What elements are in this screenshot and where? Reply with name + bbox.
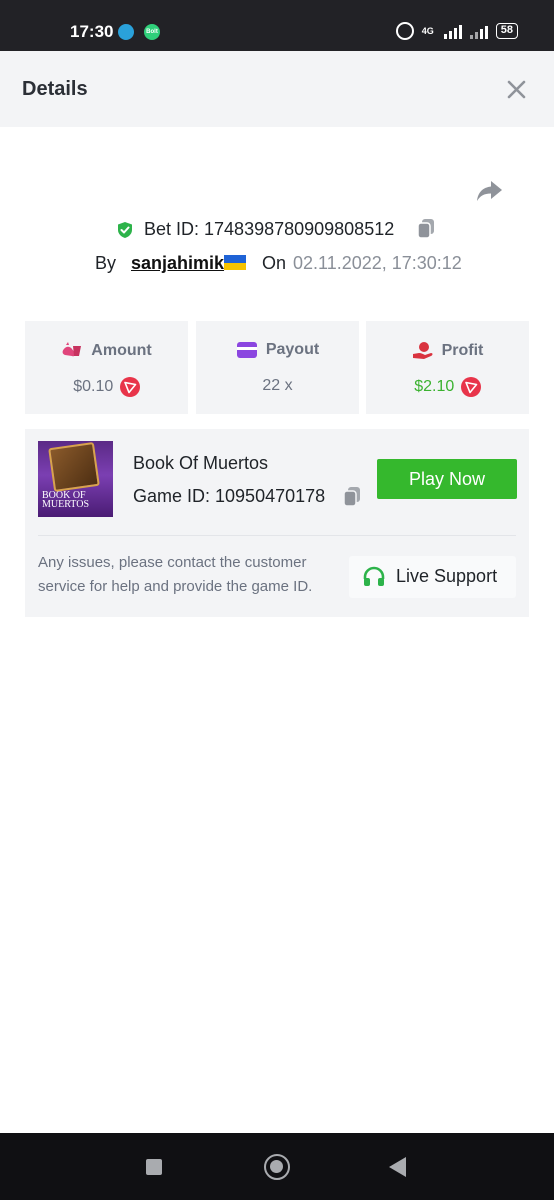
book-icon	[48, 442, 100, 492]
screen: 17:30 Bolt 4G 58 Details Bet ID: 1748398…	[0, 0, 554, 1200]
card-icon	[236, 342, 257, 358]
signal-icon	[443, 23, 462, 39]
support-hint: Any issues, please contact the customer …	[38, 554, 313, 595]
game-thumbnail[interactable]: Book of Muertos	[38, 441, 113, 517]
telegram-icon	[118, 24, 134, 40]
on-label: On	[262, 253, 287, 273]
bet-id-row: Bet ID: 1748398780909808512	[0, 214, 554, 244]
payout-card: Payout 22 x	[196, 321, 359, 414]
back-icon[interactable]	[389, 1157, 406, 1177]
profit-label: Profit	[441, 342, 484, 359]
by-label: By	[95, 253, 117, 273]
payout-value: 22 x	[262, 377, 293, 394]
headset-icon	[363, 566, 385, 586]
bet-datetime: 02.11.2022, 17:30:12	[293, 253, 462, 273]
hand-coin-icon	[412, 342, 433, 359]
game-card: Book of Muertos Book Of Muertos Game ID:…	[25, 429, 529, 617]
live-support-label: Live Support	[396, 566, 498, 586]
game-id: Game ID: 10950470178	[133, 486, 326, 506]
share-icon[interactable]	[474, 176, 504, 206]
details-header: Details	[0, 51, 554, 127]
bet-meta: By sanjahimik On 02.11.2022, 17:30:12	[0, 250, 554, 276]
copy-game-id-icon[interactable]	[342, 486, 362, 508]
thumbnail-title: Book of Muertos	[42, 490, 90, 510]
verified-shield-icon	[118, 222, 132, 238]
amount-card: Amount $0.10	[25, 321, 188, 414]
amount-value: $0.10	[73, 378, 114, 395]
recents-icon[interactable]	[146, 1159, 162, 1175]
money-bag-icon	[62, 342, 82, 357]
status-time: 17:30	[70, 22, 114, 41]
status-indicators: 4G 58	[395, 20, 518, 42]
profit-card: Profit $2.10	[366, 321, 529, 414]
bolt-icon: Bolt	[144, 24, 160, 40]
amount-label: Amount	[91, 342, 152, 359]
signal-icon-2	[469, 23, 488, 39]
home-icon[interactable]	[264, 1154, 290, 1180]
live-support-button[interactable]: Live Support	[349, 556, 516, 598]
close-icon[interactable]	[503, 76, 530, 103]
play-now-button[interactable]: Play Now	[377, 459, 517, 499]
bet-id: Bet ID: 1748398780909808512	[144, 219, 395, 239]
payout-label: Payout	[265, 341, 320, 358]
tron-coin-icon	[460, 377, 481, 397]
ukraine-flag-icon	[224, 255, 246, 270]
battery-icon: 58	[495, 23, 518, 39]
tron-coin-icon	[119, 377, 140, 397]
divider	[38, 535, 516, 536]
profit-value: $2.10	[414, 378, 455, 395]
game-name: Book Of Muertos	[133, 453, 269, 473]
system-nav-bar	[0, 1133, 554, 1200]
network-type: 4G	[421, 25, 434, 36]
copy-bet-id-icon[interactable]	[416, 218, 436, 240]
page-title: Details	[22, 78, 88, 100]
username-link[interactable]: sanjahimik	[131, 253, 224, 274]
alarm-icon	[395, 22, 414, 40]
status-bar: 17:30 Bolt 4G 58	[0, 0, 554, 51]
